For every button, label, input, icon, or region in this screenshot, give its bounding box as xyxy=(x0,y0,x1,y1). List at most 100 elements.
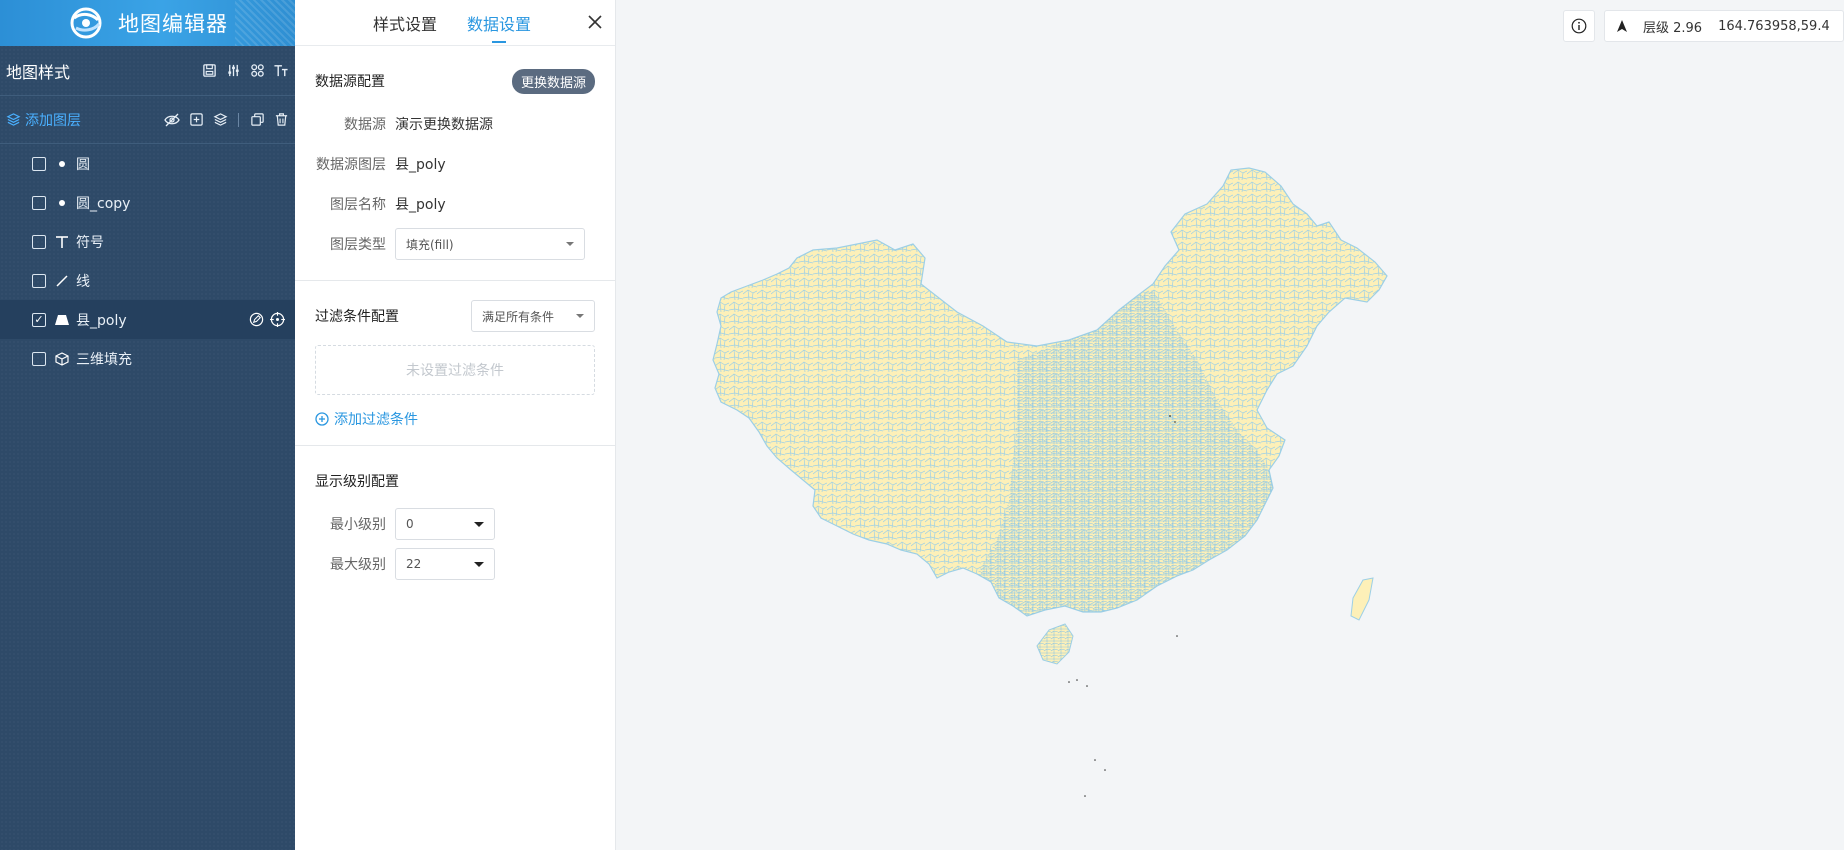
field-label: 最小级别 xyxy=(330,517,386,533)
app-logo-icon xyxy=(70,7,102,39)
zoom-section: 显示级别配置 最小级别 0 最大级别 22 xyxy=(295,458,615,584)
zoom-level: 层级 2.96 xyxy=(1643,20,1703,36)
layer-list: 圆 圆_copy 符号 线 县_poly xyxy=(0,144,295,378)
source-layer-row: 数据源图层 县_poly xyxy=(315,144,595,184)
layer-name: 圆 xyxy=(76,156,90,173)
field-label: 数据源图层 xyxy=(316,157,386,173)
layer-visibility-checkbox[interactable] xyxy=(32,312,46,327)
trash-icon[interactable] xyxy=(273,112,289,128)
app-title: 地图编辑器 xyxy=(118,12,228,36)
cube-icon xyxy=(54,351,70,367)
map-status-bar: 层级 2.96 164.763958,59.4 xyxy=(1604,10,1844,42)
layer-item-3d-fill[interactable]: 三维填充 xyxy=(0,339,295,378)
layer-item-county-poly[interactable]: 县_poly xyxy=(0,300,295,339)
layer-name: 三维填充 xyxy=(76,351,132,368)
info-button[interactable] xyxy=(1563,10,1595,42)
filter-section: 过滤条件配置 满足所有条件 未设置过滤条件 添加过滤条件 xyxy=(295,293,615,429)
edit-style-icon[interactable] xyxy=(249,312,264,331)
folder-add-icon[interactable] xyxy=(188,112,204,128)
layer-name: 县_poly xyxy=(76,312,127,329)
datasource-value: 演示更换数据源 xyxy=(395,117,493,133)
max-zoom-select[interactable]: 22 xyxy=(395,548,495,580)
tab-style-settings[interactable]: 样式设置 xyxy=(373,0,437,46)
layer-type-select[interactable]: 填充(fill) xyxy=(395,228,585,260)
copy-icon[interactable] xyxy=(249,112,265,128)
tab-data-settings[interactable]: 数据设置 xyxy=(467,0,531,46)
left-sidebar: 地图编辑器 地图样式 添加图层 圆 圆_copy 符号 线 ✓ 县_poly 三… xyxy=(0,0,295,850)
layer-name-row: 图层名称 县_poly xyxy=(315,184,595,224)
source-layer-value: 县_poly xyxy=(395,157,446,173)
taiwan-island xyxy=(1350,577,1374,621)
dot-icon xyxy=(54,156,70,172)
close-icon[interactable] xyxy=(585,12,605,32)
app-header: 地图编辑器 xyxy=(0,0,295,46)
min-zoom-select[interactable]: 0 xyxy=(395,508,495,540)
layer-item-circle-copy[interactable]: 圆_copy xyxy=(0,183,295,222)
field-label: 最大级别 xyxy=(330,557,386,573)
layer-visibility-checkbox[interactable] xyxy=(32,156,46,171)
layer-visibility-checkbox[interactable] xyxy=(32,195,46,210)
settings-panel: 样式设置 数据设置 数据源配置 更换数据源 数据源 演示更换数据源 数据源图层 … xyxy=(295,0,616,850)
layers-icon[interactable] xyxy=(212,112,228,128)
datasource-title: 数据源配置 xyxy=(315,74,385,90)
section-divider xyxy=(295,280,615,281)
line-icon xyxy=(54,273,70,289)
add-layer-label: 添加图层 xyxy=(25,112,81,129)
dot-icon xyxy=(54,195,70,211)
layers-add-icon xyxy=(6,113,21,126)
add-layer-button[interactable]: 添加图层 xyxy=(6,110,164,130)
zoom-title: 显示级别配置 xyxy=(315,474,399,490)
layer-toolbar: 添加图层 xyxy=(0,96,295,144)
layer-visibility-checkbox[interactable] xyxy=(32,273,46,288)
min-zoom-row: 最小级别 0 xyxy=(315,504,595,544)
datasource-section: 数据源配置 更换数据源 数据源 演示更换数据源 数据源图层 县_poly 图层名… xyxy=(295,58,615,264)
font-size-icon[interactable] xyxy=(273,63,289,79)
add-filter-button[interactable]: 添加过滤条件 xyxy=(315,409,595,429)
field-label: 图层类型 xyxy=(330,237,386,253)
china-county-map xyxy=(712,167,1388,797)
filter-empty-state: 未设置过滤条件 xyxy=(315,345,595,395)
map-canvas[interactable]: 层级 2.96 164.763958,59.4 xyxy=(617,0,1844,850)
section-divider xyxy=(295,445,615,446)
max-zoom-row: 最大级别 22 xyxy=(315,544,595,584)
layer-type-row: 图层类型 填充(fill) xyxy=(315,224,595,264)
field-label: 数据源 xyxy=(344,117,386,133)
text-t-icon xyxy=(54,234,70,250)
info-icon xyxy=(1571,18,1587,34)
north-arrow-icon[interactable] xyxy=(1615,19,1629,33)
toolbar-divider xyxy=(238,112,239,127)
field-label: 图层名称 xyxy=(330,197,386,213)
layer-name: 圆_copy xyxy=(76,195,131,212)
filter-mode-select[interactable]: 满足所有条件 xyxy=(471,300,595,332)
eye-off-icon[interactable] xyxy=(164,112,180,128)
layer-visibility-checkbox[interactable] xyxy=(32,234,46,249)
layer-name-value: 县_poly xyxy=(395,197,446,213)
chevron-down-icon xyxy=(576,314,584,318)
layer-item-circle[interactable]: 圆 xyxy=(0,144,295,183)
change-datasource-button[interactable]: 更换数据源 xyxy=(511,68,595,94)
chevron-down-icon xyxy=(566,242,574,246)
layer-item-line[interactable]: 线 xyxy=(0,261,295,300)
sliders-icon[interactable] xyxy=(225,63,241,79)
add-filter-label: 添加过滤条件 xyxy=(334,412,418,428)
fill-polygon-icon xyxy=(54,312,70,328)
layer-name: 符号 xyxy=(76,234,104,251)
map-style-title: 地图样式 xyxy=(6,62,71,82)
max-zoom-value: 22 xyxy=(406,557,422,571)
layer-name: 线 xyxy=(76,273,90,290)
locate-icon[interactable] xyxy=(270,312,285,331)
cursor-coordinates: 164.763958,59.4 xyxy=(1718,18,1830,34)
grid-icon[interactable] xyxy=(249,63,265,79)
map-style-header: 地图样式 xyxy=(0,46,295,96)
caret-down-icon xyxy=(474,521,484,527)
filter-title: 过滤条件配置 xyxy=(315,309,399,325)
datasource-row: 数据源 演示更换数据源 xyxy=(315,104,595,144)
filter-mode-value: 满足所有条件 xyxy=(482,309,555,324)
layer-visibility-checkbox[interactable] xyxy=(32,351,46,366)
plus-circle-icon xyxy=(315,412,329,426)
layer-item-symbol[interactable]: 符号 xyxy=(0,222,295,261)
layer-type-value: 填充(fill) xyxy=(406,237,454,252)
save-icon[interactable] xyxy=(201,63,217,79)
settings-tabs: 样式设置 数据设置 xyxy=(295,0,615,46)
hainan-borders xyxy=(1037,624,1073,664)
